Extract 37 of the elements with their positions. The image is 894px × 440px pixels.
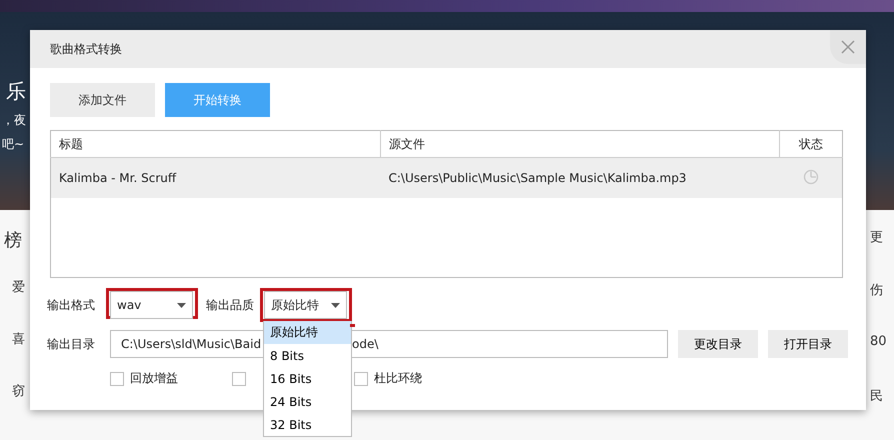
list-item-text: 80: [869, 334, 888, 351]
table-cell: Kalimba - Mr. Scruff: [50, 158, 380, 198]
checkbox[interactable]: [354, 372, 368, 386]
banner-text: 吧~: [1, 136, 24, 152]
checkbox[interactable]: [110, 372, 124, 386]
checkbox-label: 回放增益: [130, 370, 178, 387]
field-label: 输出目录: [47, 336, 96, 352]
field-label: 输出品质: [206, 297, 255, 314]
caret-icon: [331, 302, 340, 308]
section-heading: 榜: [3, 229, 22, 253]
checkbox[interactable]: [232, 372, 246, 386]
close-button[interactable]: [830, 30, 866, 64]
list-item-text: 民: [869, 388, 884, 406]
directory-field[interactable]: C:\Users\sld\Music\Baid: [110, 330, 263, 358]
directory-field[interactable]: ode\: [352, 330, 668, 358]
format-dropdown[interactable]: wav: [110, 291, 193, 319]
file-row[interactable]: Kalimba - Mr. Scruff C:\Users\Public\Music\Sample Music\Kalimba.mp3: [50, 158, 842, 198]
directory-button[interactable]: 打开目录: [768, 330, 848, 358]
list-item-text: 爱: [11, 279, 25, 297]
close-icon: [841, 40, 855, 54]
list-item-text: 窃: [11, 383, 25, 401]
dialog-title: 歌曲格式转换: [50, 40, 122, 58]
field-label: 输出格式: [47, 297, 96, 314]
clock-icon: [802, 168, 819, 184]
add-file-button[interactable]: 添加文件: [50, 83, 155, 117]
list-item-text: 伤: [869, 282, 884, 300]
list-item-text: 喜: [11, 331, 25, 349]
list-item-text: 更: [869, 229, 884, 247]
highlight-mark: [350, 324, 355, 327]
checkbox-label: 杜比环绕: [374, 370, 422, 387]
table-cell: C:\Users\Public\Music\Sample Music\Kalimba.mp3: [380, 158, 780, 198]
quality-dropdown[interactable]: 原始比特: [264, 291, 347, 319]
dropdown-option[interactable]: 原始比特: [264, 321, 351, 344]
banner-text: 乐: [5, 78, 26, 104]
directory-button[interactable]: 更改目录: [678, 330, 758, 358]
banner-text: ，夜: [1, 112, 26, 128]
caret-icon: [177, 302, 186, 308]
